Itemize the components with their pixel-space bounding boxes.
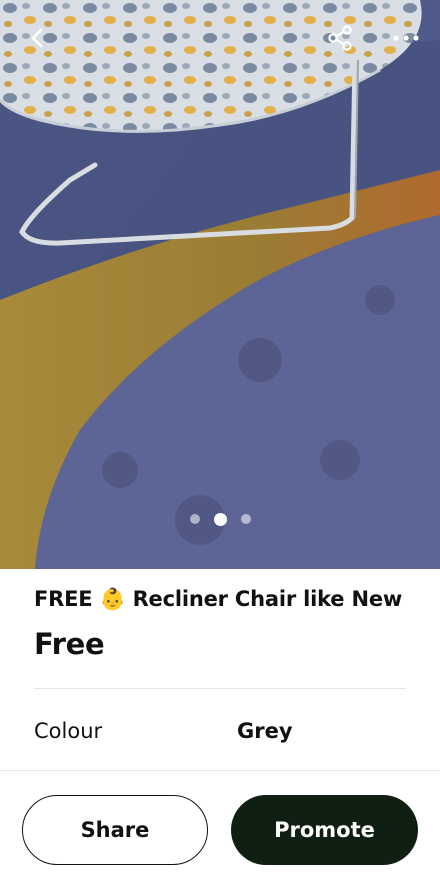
more-horizontal-icon (393, 35, 419, 41)
listing-photo[interactable] (0, 0, 440, 569)
carousel-indicator (0, 509, 440, 529)
more-options-button[interactable] (384, 16, 428, 60)
listing-details: FREE 👶 Recliner Chair like New Free Colo… (0, 569, 440, 889)
listing-title: FREE 👶 Recliner Chair like New (34, 587, 403, 611)
carousel-dot[interactable] (189, 514, 200, 524)
divider (34, 688, 406, 689)
divider (0, 770, 440, 771)
listing-price: Free (34, 627, 105, 661)
attribute-label-colour: Colour (34, 719, 103, 743)
share-icon-button[interactable] (318, 16, 362, 60)
promote-button[interactable]: Promote (231, 795, 418, 865)
carousel-dot-active[interactable] (213, 512, 227, 526)
chevron-left-icon (31, 28, 43, 48)
carousel-dot[interactable] (240, 514, 251, 524)
photo-image (0, 0, 440, 569)
share-icon (328, 25, 352, 51)
photo-toolbar (0, 0, 440, 80)
attribute-value-colour: Grey (237, 719, 293, 743)
back-button[interactable] (16, 16, 60, 60)
share-button[interactable]: Share (22, 795, 208, 865)
